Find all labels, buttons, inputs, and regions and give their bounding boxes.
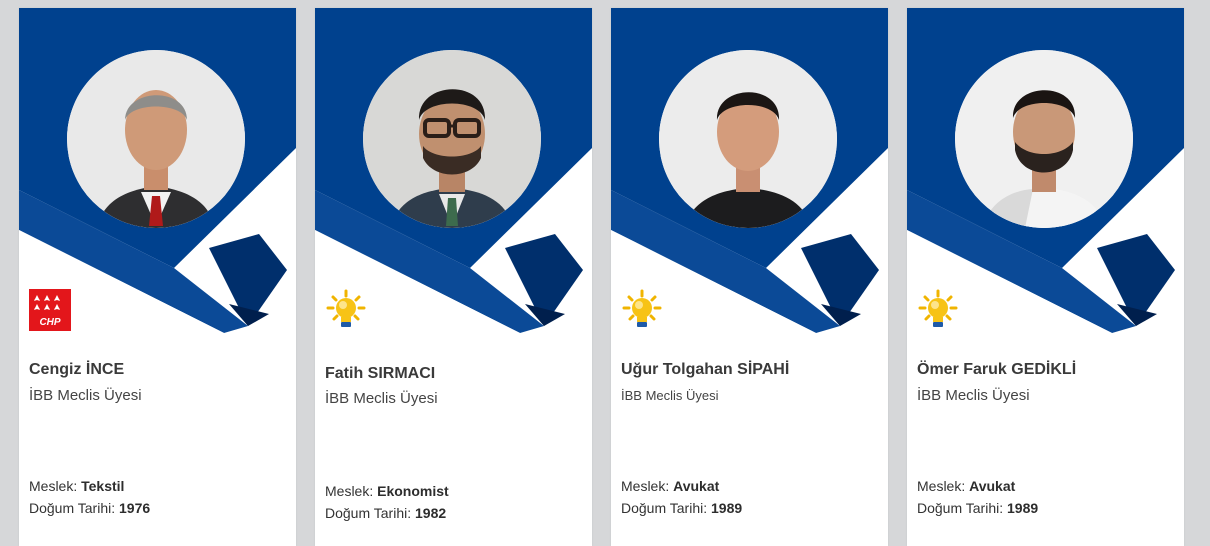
member-profession: Meslek: Tekstil — [29, 478, 125, 494]
member-profession: Meslek: Ekonomist — [325, 483, 449, 499]
chp-logo-icon: CHP — [29, 289, 71, 331]
member-birth-year: Doğum Tarihi: 1982 — [325, 505, 447, 521]
member-name: Ömer Faruk GEDİKLİ — [917, 361, 1077, 378]
member-birth-year: Doğum Tarihi: 1976 — [29, 500, 151, 516]
member-card[interactable]: Ömer Faruk GEDİKLİ İBB Meclis Üyesi Mesl… — [907, 8, 1184, 546]
member-role: İBB Meclis Üyesi — [325, 390, 438, 407]
member-role: İBB Meclis Üyesi — [621, 388, 719, 403]
ak-parti-bulb-icon — [621, 289, 663, 331]
member-profession: Meslek: Avukat — [917, 478, 1016, 494]
svg-text:CHP: CHP — [39, 317, 60, 328]
member-card[interactable]: Uğur Tolgahan SİPAHİ İBB Meclis Üyesi Me… — [611, 8, 888, 546]
ak-parti-bulb-icon — [917, 289, 959, 331]
member-photo — [67, 50, 245, 228]
member-photo — [363, 50, 541, 228]
member-name: Cengiz İNCE — [29, 361, 125, 378]
member-card[interactable]: CHP Cengiz İNCE İBB Meclis Üyesi Meslek:… — [19, 8, 296, 546]
member-birth-year: Doğum Tarihi: 1989 — [917, 500, 1039, 516]
member-name: Uğur Tolgahan SİPAHİ — [621, 361, 790, 378]
member-role: İBB Meclis Üyesi — [917, 387, 1030, 404]
member-role: İBB Meclis Üyesi — [29, 387, 142, 404]
member-name: Fatih SIRMACI — [325, 365, 436, 382]
member-photo — [955, 50, 1133, 228]
member-card[interactable]: Fatih SIRMACI İBB Meclis Üyesi Meslek: E… — [315, 8, 592, 546]
member-birth-year: Doğum Tarihi: 1989 — [621, 500, 743, 516]
member-photo — [659, 50, 837, 228]
ak-parti-bulb-icon — [325, 289, 367, 331]
member-profession: Meslek: Avukat — [621, 478, 720, 494]
